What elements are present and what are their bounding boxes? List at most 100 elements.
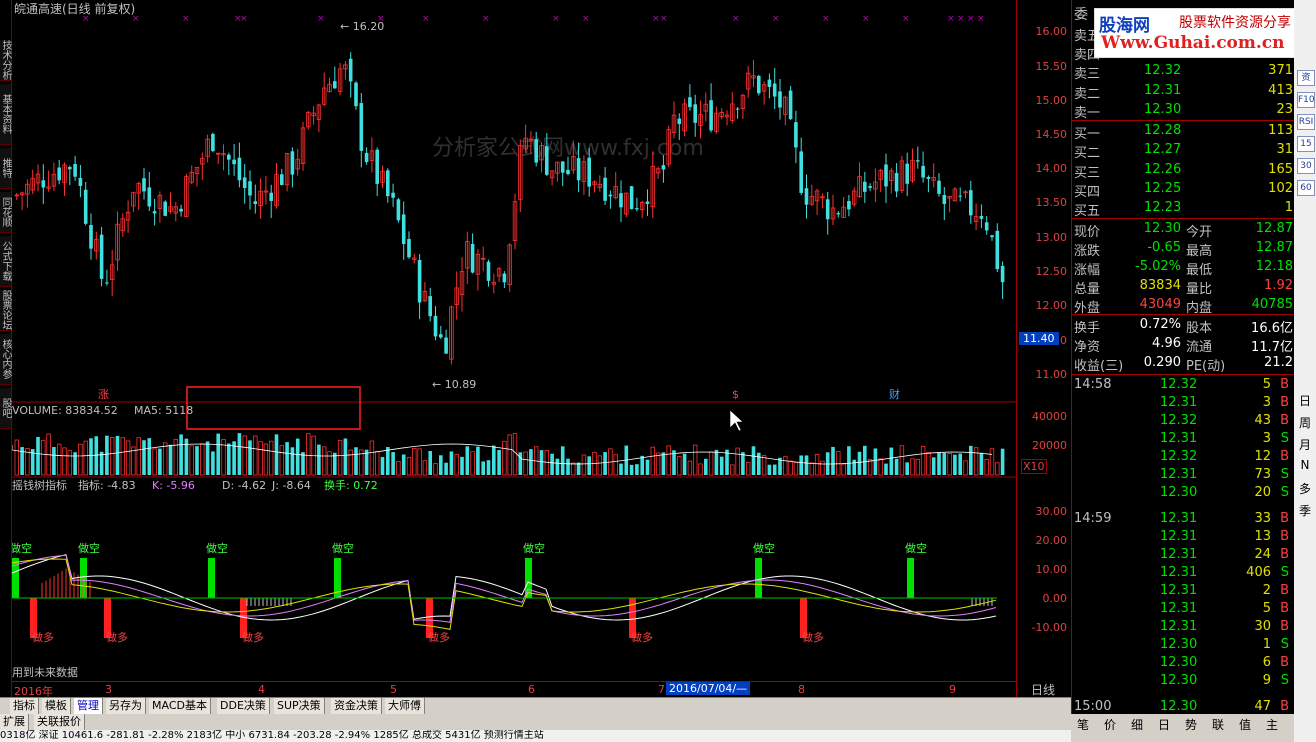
quote-tab[interactable]: 值: [1239, 716, 1251, 733]
indicator-tab[interactable]: MACD基本: [149, 698, 211, 714]
period-button[interactable]: 月: [1294, 436, 1316, 453]
stat-row: 涨跌 -0.65 最高 12.87: [1072, 239, 1295, 259]
volume-bar: [889, 447, 894, 475]
left-tab-5[interactable]: 公式下载: [0, 236, 11, 287]
left-tab-1[interactable]: 技术分析: [0, 40, 11, 81]
stat-row: 总量 83834 量比 1.92: [1072, 277, 1295, 297]
indicator-tab[interactable]: 另存为: [106, 698, 146, 714]
quote-tab[interactable]: 主: [1266, 716, 1278, 733]
top-marker: ×: [977, 14, 985, 24]
indicator-legend: 换手: 0.72: [324, 478, 378, 492]
chart-canvas[interactable]: × × × ×× × × × × × × × × × × × × × × × × ×分析家公式网www.fxj.com←…: [10, 0, 1016, 697]
indicator-tab[interactable]: SUP决策: [274, 698, 325, 714]
period-button[interactable]: 周: [1294, 414, 1316, 431]
period-button[interactable]: 日: [1294, 392, 1316, 409]
toolbar-button[interactable]: 资: [1297, 70, 1315, 86]
toolbar-button[interactable]: 60: [1297, 180, 1315, 196]
candle: [820, 193, 825, 209]
kline-chart-area[interactable]: × × × × × × × × × × × × × × × × × × × × × × 分析家公式网www.fxj.com ←…: [10, 0, 1016, 697]
stat2-row-value2: 11.7亿: [1251, 340, 1293, 355]
volume-bar: [449, 451, 454, 475]
volume-bar: [693, 444, 698, 476]
tick-volume: 3: [1262, 431, 1271, 446]
left-tab-6[interactable]: 股票论坛: [0, 290, 11, 331]
sell-row-volume: 413: [1268, 82, 1293, 98]
period-button[interactable]: N: [1294, 458, 1316, 472]
indicator-tab[interactable]: 管理: [74, 698, 103, 714]
candle: [899, 155, 905, 194]
left-tab-2[interactable]: 基本资料: [0, 84, 11, 145]
volume-bar: [937, 452, 941, 475]
buy-row-label: 买三: [1074, 165, 1101, 181]
volume-bar: [57, 443, 62, 476]
extension-tab[interactable]: 关联报价: [34, 714, 85, 730]
volume-bar: [788, 460, 793, 476]
candle: [688, 84, 692, 111]
volume-bar: [772, 464, 777, 475]
indicator-tab[interactable]: 资金决策: [331, 698, 382, 714]
volume-bar: [746, 461, 751, 476]
volume-bar: [597, 455, 602, 476]
volume-bar: [650, 446, 655, 476]
candle: [248, 170, 252, 210]
left-tab-7[interactable]: 核心内参: [0, 334, 11, 385]
quote-tab[interactable]: 价: [1104, 716, 1116, 733]
left-tab-4[interactable]: 同花顺: [0, 192, 11, 233]
indicator-tab[interactable]: 模板: [42, 698, 71, 714]
quote-tab[interactable]: 联: [1212, 716, 1224, 733]
sell-row-volume: 23: [1276, 102, 1293, 117]
volume-bar: [698, 463, 703, 476]
volume-bar: [369, 440, 375, 476]
candle: [942, 186, 947, 221]
tick-row: 12.31 3 B: [1072, 394, 1295, 413]
indicator-tab[interactable]: DDE决策: [217, 698, 270, 714]
tick-row: 12.30 1 S: [1072, 636, 1295, 655]
quote-tab[interactable]: 细: [1131, 716, 1143, 733]
quote-divider: [1072, 218, 1295, 219]
tick-price: 12.31: [1160, 619, 1198, 634]
toolbar-button[interactable]: 15: [1297, 136, 1315, 152]
quote-tab[interactable]: 日: [1158, 716, 1170, 733]
date-axis-label: 7: [658, 683, 665, 696]
candle: [300, 121, 306, 171]
top-marker: ×: [240, 14, 248, 24]
toolbar-button[interactable]: RSI: [1297, 114, 1315, 130]
stat-row-value1: -5.02%: [1135, 259, 1181, 274]
candle: [433, 306, 438, 341]
volume-bar: [327, 451, 332, 476]
volume-bar: [566, 458, 570, 475]
tick-volume: 5: [1262, 601, 1271, 616]
candle: [910, 148, 915, 183]
stat-row-label2: 今开: [1186, 225, 1213, 240]
toolbar-button[interactable]: F10: [1297, 92, 1315, 108]
buy-row-volume: 1: [1284, 200, 1293, 216]
tick-volume: 1: [1262, 637, 1271, 652]
candle: [995, 223, 1000, 273]
toolbar-button[interactable]: 30: [1297, 158, 1315, 174]
tick-price: 12.31: [1160, 511, 1198, 526]
quote-tab[interactable]: 笔: [1077, 716, 1089, 733]
candle: [502, 271, 507, 288]
period-button[interactable]: 季: [1294, 502, 1316, 519]
candle: [857, 162, 862, 198]
candle: [354, 81, 358, 110]
top-marker: ×: [967, 14, 975, 24]
left-tab-3[interactable]: 推特: [0, 148, 11, 189]
candle: [905, 152, 909, 196]
indicator-tab[interactable]: 大师傅: [385, 698, 425, 714]
volume-bar: [867, 458, 873, 476]
buy-row-label: 买一: [1074, 127, 1101, 142]
indicator-tab[interactable]: 指标: [10, 698, 39, 714]
tick-side: B: [1280, 601, 1289, 616]
signal-long: 做多: [428, 630, 450, 644]
volume-unit: X10: [1021, 459, 1047, 474]
right-toolbar: 资 F10 RSI 15 30 60 日周月 N 多季: [1294, 0, 1316, 742]
indicator-legend: 指标: -4.83: [78, 478, 136, 492]
volume-bar: [99, 451, 104, 475]
period-button[interactable]: 多: [1294, 480, 1316, 497]
left-tab-8[interactable]: 股吧: [0, 388, 11, 429]
volume-bar: [661, 452, 666, 475]
tick-side: B: [1280, 583, 1289, 598]
quote-tab[interactable]: 势: [1185, 716, 1197, 733]
extension-tab[interactable]: 扩展: [0, 714, 29, 730]
